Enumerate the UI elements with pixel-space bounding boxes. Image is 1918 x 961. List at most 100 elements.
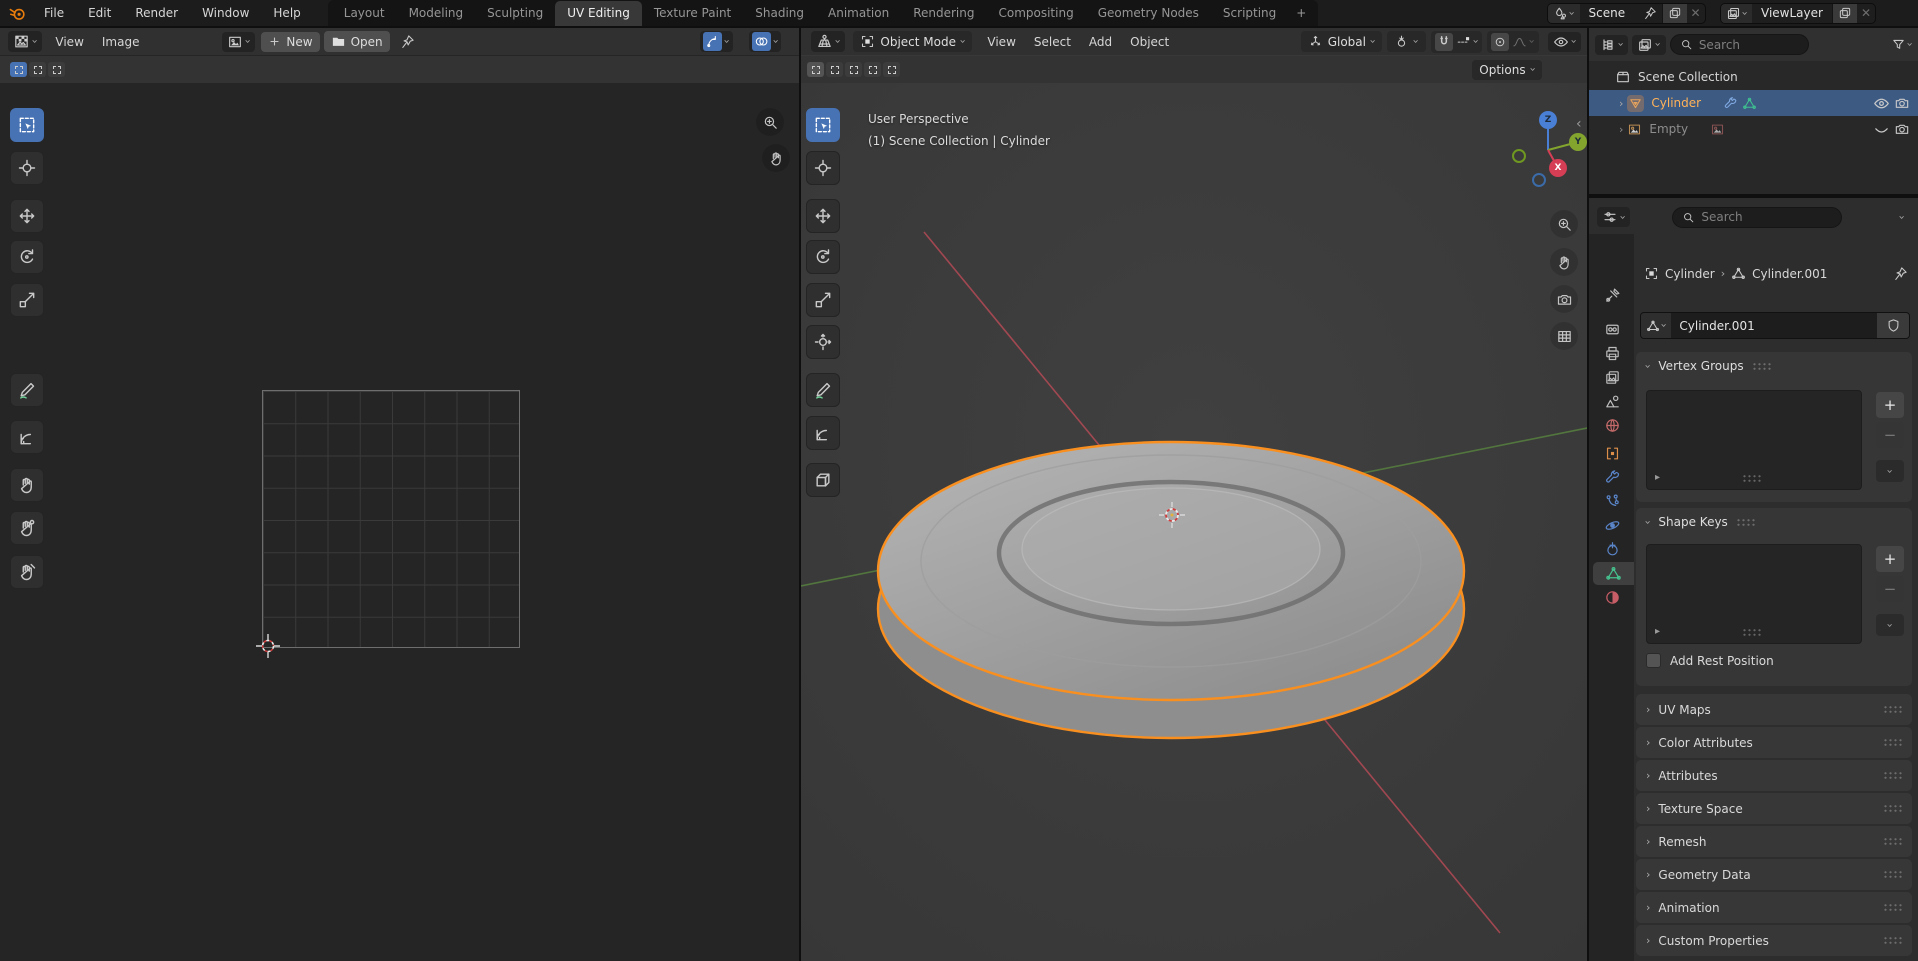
vertex-groups-list[interactable]: ▸ bbox=[1646, 390, 1862, 490]
properties-tab-world[interactable] bbox=[1593, 414, 1631, 437]
properties-tab-object-data[interactable] bbox=[1593, 562, 1634, 585]
section-geometry-data[interactable]: ›Geometry Data bbox=[1636, 859, 1912, 890]
new-scene-button[interactable] bbox=[1662, 4, 1687, 23]
panel-drag-grip[interactable] bbox=[1883, 771, 1902, 780]
blender-logo-icon[interactable] bbox=[8, 4, 27, 23]
tab-texture-paint[interactable]: Texture Paint bbox=[642, 1, 743, 26]
hidden-eye-closed-icon[interactable] bbox=[1873, 121, 1890, 138]
vp-select-mode-intersect-button[interactable] bbox=[883, 62, 900, 77]
vp-camera-view-icon[interactable] bbox=[1550, 285, 1578, 313]
vp-select-box-tool[interactable] bbox=[806, 108, 840, 142]
add-vertex-group-button[interactable]: + bbox=[1876, 392, 1904, 418]
panel-drag-grip[interactable] bbox=[1883, 804, 1902, 813]
section-texture-space[interactable]: ›Texture Space bbox=[1636, 793, 1912, 824]
uv-zoom-icon[interactable] bbox=[756, 108, 784, 136]
vp-select-mode-subtract-button[interactable] bbox=[845, 62, 862, 77]
select-mode-subtract-button[interactable] bbox=[48, 62, 65, 77]
panel-drag-grip[interactable] bbox=[1883, 738, 1902, 747]
properties-tab-constraints[interactable] bbox=[1593, 538, 1631, 561]
vertex-groups-header[interactable]: › Vertex Groups bbox=[1636, 352, 1912, 380]
viewport-3d-area[interactable]: › Object Mode› View Select Add Object Gl… bbox=[801, 28, 1587, 961]
remove-view-layer-icon[interactable]: ✕ bbox=[1857, 6, 1875, 20]
panel-drag-grip[interactable] bbox=[1883, 903, 1902, 912]
vp-transform-tool[interactable] bbox=[806, 325, 840, 359]
add-workspace-button[interactable]: + bbox=[1288, 1, 1314, 26]
mesh-data-icon[interactable] bbox=[1742, 96, 1757, 111]
panel-drag-grip[interactable] bbox=[1752, 362, 1771, 371]
viewport-menu-select[interactable]: Select bbox=[1025, 31, 1080, 53]
falloff-dropdown-icon[interactable]: › bbox=[1527, 39, 1538, 43]
uv-scale-tool[interactable] bbox=[10, 283, 44, 317]
list-filter-expand-icon[interactable]: ▸ bbox=[1655, 472, 1660, 483]
editor-type-button-uv[interactable]: › bbox=[8, 31, 42, 52]
gizmo-z-axis[interactable]: Z bbox=[1539, 111, 1557, 129]
uv-measure-tool[interactable] bbox=[10, 420, 44, 454]
vp-annotate-tool[interactable] bbox=[806, 373, 840, 407]
tab-layout[interactable]: Layout bbox=[332, 1, 397, 26]
panel-drag-grip[interactable] bbox=[1883, 837, 1902, 846]
breadcrumb-data[interactable]: Cylinder.001 bbox=[1752, 267, 1827, 281]
vp-move-tool[interactable] bbox=[806, 199, 840, 233]
gizmo-z-negative[interactable] bbox=[1532, 173, 1546, 187]
pivot-point-dropdown[interactable]: › bbox=[1387, 31, 1425, 52]
uv-canvas[interactable] bbox=[0, 83, 799, 961]
menu-window[interactable]: Window bbox=[191, 2, 260, 24]
tab-compositing[interactable]: Compositing bbox=[986, 1, 1085, 26]
uv-relax-tool[interactable] bbox=[10, 511, 44, 545]
vp-zoom-icon[interactable] bbox=[1550, 210, 1578, 238]
list-resize-grip[interactable] bbox=[1742, 628, 1761, 637]
expand-icon[interactable]: › bbox=[1619, 98, 1623, 109]
vp-add-cube-tool[interactable] bbox=[806, 463, 840, 497]
outliner-search[interactable] bbox=[1670, 34, 1809, 55]
section-uv-maps[interactable]: ›UV Maps bbox=[1636, 694, 1912, 725]
vp-cursor-tool[interactable] bbox=[806, 151, 840, 185]
gizmos-dropdown-icon[interactable]: › bbox=[722, 39, 733, 43]
properties-tab-modifiers[interactable] bbox=[1593, 466, 1631, 489]
menu-render[interactable]: Render bbox=[124, 2, 189, 24]
snapping-dropdown-icon[interactable]: › bbox=[1470, 39, 1481, 43]
disable-render-camera-icon[interactable] bbox=[1894, 121, 1910, 137]
scene-name[interactable]: Scene bbox=[1580, 6, 1638, 20]
pin-scene-icon[interactable] bbox=[1638, 4, 1662, 23]
vp-select-mode-set-button[interactable] bbox=[807, 62, 824, 77]
gizmo-y-negative[interactable] bbox=[1512, 149, 1526, 163]
uv-pan-hand-icon[interactable] bbox=[762, 144, 790, 172]
outliner-row-scene-collection[interactable]: Scene Collection bbox=[1589, 64, 1918, 90]
panel-drag-grip[interactable] bbox=[1883, 936, 1902, 945]
viewport-menu-object[interactable]: Object bbox=[1121, 31, 1178, 53]
editor-type-button-outliner[interactable]: › bbox=[1595, 35, 1628, 55]
options-dropdown[interactable]: Options› bbox=[1472, 60, 1542, 80]
tab-geometry-nodes[interactable]: Geometry Nodes bbox=[1086, 1, 1211, 26]
scene-browse-button[interactable]: › bbox=[1548, 4, 1579, 23]
tab-sculpting[interactable]: Sculpting bbox=[475, 1, 555, 26]
vp-rotate-tool[interactable] bbox=[806, 240, 840, 274]
uv-cursor-tool[interactable] bbox=[10, 151, 44, 185]
remove-vertex-group-button[interactable]: − bbox=[1876, 422, 1904, 448]
new-view-layer-button[interactable] bbox=[1832, 4, 1857, 23]
section-attributes[interactable]: ›Attributes bbox=[1636, 760, 1912, 791]
tab-uv-editing[interactable]: UV Editing bbox=[555, 1, 642, 26]
image-data-icon[interactable] bbox=[1710, 122, 1725, 137]
tab-shading[interactable]: Shading bbox=[743, 1, 816, 26]
properties-search[interactable] bbox=[1672, 207, 1842, 228]
outliner-display-mode-button[interactable]: › bbox=[1632, 35, 1665, 55]
new-image-button[interactable]: New bbox=[261, 32, 319, 52]
expand-icon[interactable]: › bbox=[1619, 124, 1623, 135]
editor-type-button-properties[interactable]: › bbox=[1597, 207, 1630, 227]
view-layer-browse-button[interactable]: › bbox=[1721, 4, 1752, 23]
browse-mesh-data-button[interactable]: › bbox=[1641, 313, 1671, 338]
section-animation[interactable]: ›Animation bbox=[1636, 892, 1912, 923]
vp-select-mode-extend-button[interactable] bbox=[826, 62, 843, 77]
outliner-row-empty[interactable]: › Empty bbox=[1589, 116, 1918, 142]
panel-drag-grip[interactable] bbox=[1883, 870, 1902, 879]
panel-collapse-arrow[interactable]: ‹ bbox=[1576, 116, 1582, 132]
browse-image-button[interactable]: › bbox=[222, 32, 255, 52]
uv-rotate-tool[interactable] bbox=[10, 240, 44, 274]
uv-gizmos-toggle[interactable]: › bbox=[700, 31, 732, 52]
uv-annotate-tool[interactable] bbox=[10, 373, 44, 407]
proportional-editing-toggle[interactable] bbox=[1491, 33, 1509, 51]
uv-menu-image[interactable]: Image bbox=[93, 31, 149, 53]
properties-tab-scene[interactable] bbox=[1593, 390, 1631, 413]
select-mode-set-button[interactable] bbox=[10, 62, 27, 77]
uv-pinch-tool[interactable] bbox=[10, 555, 44, 589]
